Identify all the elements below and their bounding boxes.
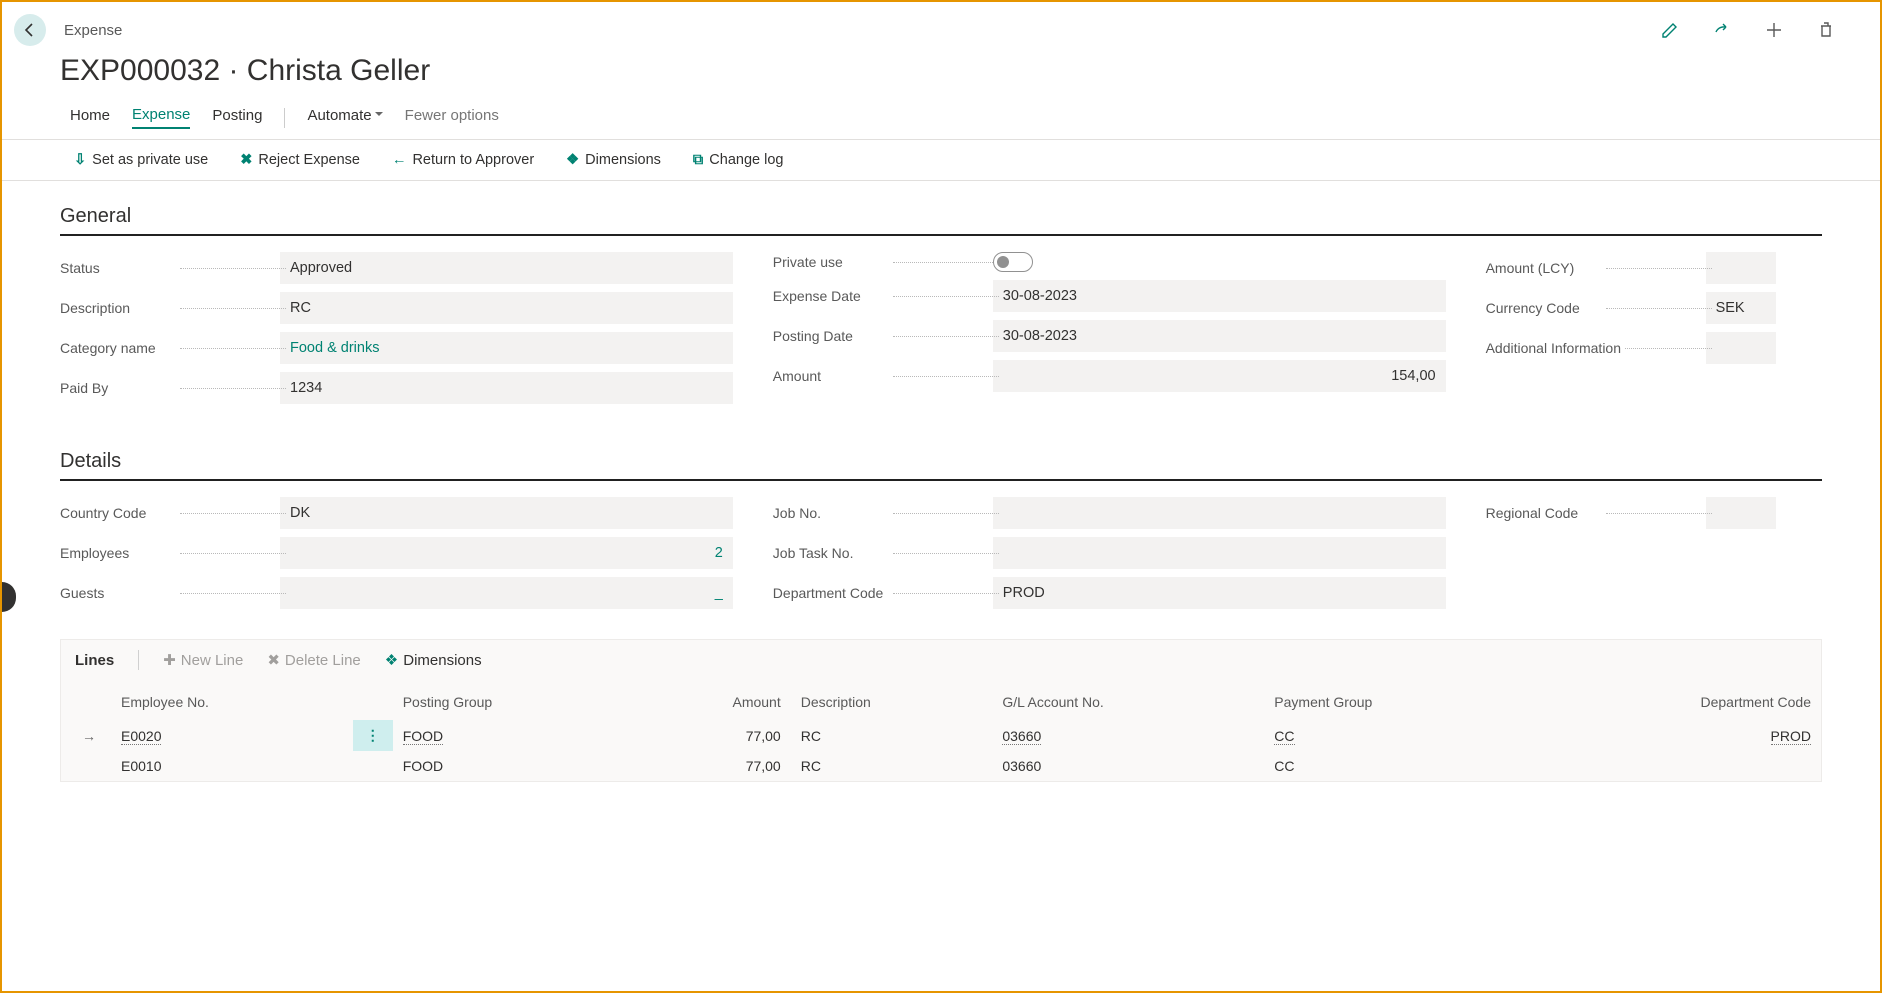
label-jobno: Job No. bbox=[773, 505, 825, 521]
label-guests: Guests bbox=[60, 585, 108, 601]
new-button[interactable] bbox=[1764, 20, 1784, 40]
share-icon bbox=[1712, 20, 1732, 40]
tab-separator bbox=[284, 108, 285, 128]
country-field[interactable] bbox=[280, 497, 733, 529]
cell-amount[interactable]: 77,00 bbox=[638, 751, 791, 781]
col-amount[interactable]: Amount bbox=[638, 680, 791, 720]
tab-fewer-options[interactable]: Fewer options bbox=[405, 107, 499, 128]
additional-field[interactable] bbox=[1706, 332, 1776, 364]
trash-icon bbox=[1816, 20, 1836, 40]
tab-expense[interactable]: Expense bbox=[132, 106, 190, 129]
label-amountlcy: Amount (LCY) bbox=[1486, 260, 1579, 276]
label-privateuse: Private use bbox=[773, 254, 847, 270]
page-title: EXP000032 · Christa Geller bbox=[2, 46, 1880, 106]
category-field[interactable] bbox=[280, 332, 733, 364]
label-paidby: Paid By bbox=[60, 380, 112, 396]
cell-employee-no[interactable]: E0020 bbox=[111, 720, 353, 751]
private-use-toggle[interactable] bbox=[993, 252, 1033, 272]
paidby-field[interactable] bbox=[280, 372, 733, 404]
tab-automate[interactable]: Automate bbox=[307, 107, 382, 128]
action-dimensions[interactable]: ❖Dimensions bbox=[566, 152, 661, 168]
regional-field[interactable] bbox=[1706, 497, 1776, 529]
cell-payment-group[interactable]: CC bbox=[1264, 751, 1528, 781]
section-general[interactable]: General bbox=[60, 195, 1822, 236]
label-additional: Additional Information bbox=[1486, 340, 1625, 356]
label-employees: Employees bbox=[60, 545, 133, 561]
lines-dimensions-button[interactable]: ❖Dimensions bbox=[385, 651, 482, 669]
cell-gl-account[interactable]: 03660 bbox=[992, 751, 1264, 781]
tab-posting[interactable]: Posting bbox=[212, 107, 262, 128]
label-currency: Currency Code bbox=[1486, 300, 1584, 316]
delete-line-icon: ✖ bbox=[267, 651, 280, 669]
label-regional: Regional Code bbox=[1486, 505, 1583, 521]
table-row[interactable]: →E0020⋮FOOD77,00RC03660CCPROD bbox=[61, 720, 1821, 751]
amount-field[interactable] bbox=[993, 360, 1446, 392]
back-button[interactable] bbox=[14, 14, 46, 46]
action-set-private[interactable]: ⇩Set as private use bbox=[74, 152, 208, 168]
cell-payment-group[interactable]: CC bbox=[1264, 720, 1528, 751]
label-expensedate: Expense Date bbox=[773, 288, 865, 304]
col-gl-account[interactable]: G/L Account No. bbox=[992, 680, 1264, 720]
new-line-button[interactable]: ✚New Line bbox=[163, 651, 243, 669]
action-change-log[interactable]: ⧉Change log bbox=[693, 152, 784, 168]
label-amount: Amount bbox=[773, 368, 825, 384]
plus-icon bbox=[1764, 20, 1784, 40]
lines-separator bbox=[138, 650, 139, 670]
cell-gl-account[interactable]: 03660 bbox=[992, 720, 1264, 751]
action-reject[interactable]: ✖Reject Expense bbox=[240, 152, 360, 168]
action-return-approver[interactable]: ←Return to Approver bbox=[392, 152, 534, 168]
dimensions-icon: ❖ bbox=[566, 152, 579, 168]
dimensions-icon: ❖ bbox=[385, 651, 398, 669]
jobno-field[interactable] bbox=[993, 497, 1446, 529]
cell-dept-code[interactable]: PROD bbox=[1529, 720, 1821, 751]
lines-tab[interactable]: Lines bbox=[75, 652, 114, 669]
row-menu-button[interactable]: ⋮ bbox=[353, 720, 393, 751]
col-description[interactable]: Description bbox=[791, 680, 993, 720]
deptcode-field[interactable] bbox=[993, 577, 1446, 609]
label-country: Country Code bbox=[60, 505, 150, 521]
person-down-icon: ⇩ bbox=[74, 152, 86, 168]
description-field[interactable] bbox=[280, 292, 733, 324]
cell-employee-no[interactable]: E0010 bbox=[111, 751, 353, 781]
jobtask-field[interactable] bbox=[993, 537, 1446, 569]
cell-description[interactable]: RC bbox=[791, 720, 993, 751]
arrow-left-icon: ← bbox=[392, 152, 407, 168]
label-category: Category name bbox=[60, 340, 160, 356]
label-description: Description bbox=[60, 300, 134, 316]
section-details[interactable]: Details bbox=[60, 440, 1822, 481]
changelog-icon: ⧉ bbox=[693, 152, 703, 168]
expense-date-field[interactable] bbox=[993, 280, 1446, 312]
pencil-icon bbox=[1660, 20, 1680, 40]
posting-date-field[interactable] bbox=[993, 320, 1446, 352]
tab-home[interactable]: Home bbox=[70, 107, 110, 128]
col-dept-code[interactable]: Department Code bbox=[1529, 680, 1821, 720]
x-icon: ✖ bbox=[240, 152, 252, 168]
new-line-icon: ✚ bbox=[163, 651, 176, 669]
label-deptcode: Department Code bbox=[773, 585, 888, 601]
amount-lcy-field[interactable] bbox=[1706, 252, 1776, 284]
delete-line-button[interactable]: ✖Delete Line bbox=[267, 651, 360, 669]
arrow-left-icon bbox=[22, 22, 38, 38]
cell-posting-group[interactable]: FOOD bbox=[393, 720, 638, 751]
currency-field[interactable] bbox=[1706, 292, 1776, 324]
label-postingdate: Posting Date bbox=[773, 328, 857, 344]
col-posting-group[interactable]: Posting Group bbox=[393, 680, 638, 720]
col-payment-group[interactable]: Payment Group bbox=[1264, 680, 1528, 720]
lines-table: Employee No. Posting Group Amount Descri… bbox=[61, 680, 1821, 781]
edit-button[interactable] bbox=[1660, 20, 1680, 40]
cell-amount[interactable]: 77,00 bbox=[638, 720, 791, 751]
label-jobtask: Job Task No. bbox=[773, 545, 858, 561]
table-row[interactable]: E0010 FOOD77,00RC03660CC bbox=[61, 751, 1821, 781]
employees-field[interactable] bbox=[280, 537, 733, 569]
cell-description[interactable]: RC bbox=[791, 751, 993, 781]
guests-field[interactable] bbox=[280, 577, 733, 609]
breadcrumb: Expense bbox=[64, 22, 122, 39]
cell-posting-group[interactable]: FOOD bbox=[393, 751, 638, 781]
cell-dept-code[interactable] bbox=[1529, 751, 1821, 781]
status-field[interactable] bbox=[280, 252, 733, 284]
col-employee-no[interactable]: Employee No. bbox=[111, 680, 353, 720]
delete-button[interactable] bbox=[1816, 20, 1836, 40]
share-button[interactable] bbox=[1712, 20, 1732, 40]
label-status: Status bbox=[60, 260, 104, 276]
